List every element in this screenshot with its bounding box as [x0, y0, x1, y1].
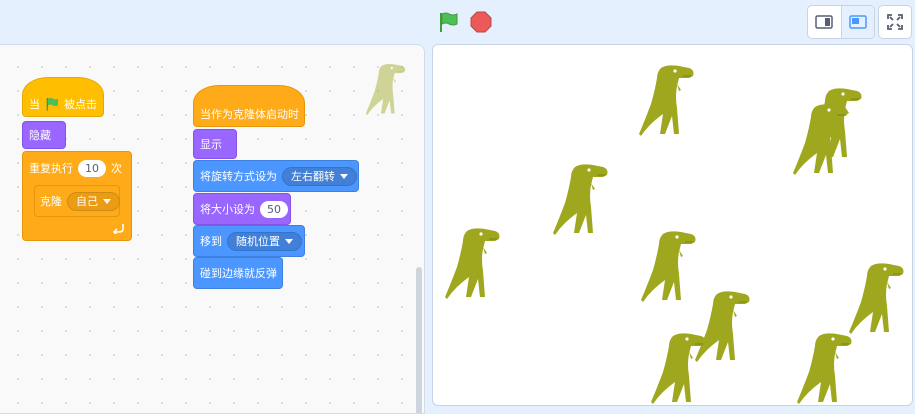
block-text: 重复执行	[29, 162, 73, 175]
block-text: 将旋转方式设为	[200, 169, 277, 183]
block-text: 移到	[200, 234, 222, 248]
go-to-block[interactable]: 移到 随机位置	[193, 225, 305, 257]
block-text: 次	[111, 162, 122, 175]
loop-arrow-icon	[113, 224, 124, 234]
block-text: 隐藏	[29, 128, 51, 142]
dropdown-value: 左右翻转	[291, 169, 335, 183]
block-text: 当	[29, 97, 40, 111]
bounce-on-edge-block[interactable]: 碰到边缘就反弹	[193, 257, 283, 289]
chevron-down-icon	[340, 173, 348, 179]
block-text: 克隆	[40, 194, 62, 208]
stop-icon	[470, 11, 492, 33]
size-input[interactable]: 50	[260, 200, 288, 218]
dino-clone-sprite[interactable]	[797, 332, 853, 404]
dropdown-value: 随机位置	[236, 234, 280, 248]
large-stage-icon	[849, 15, 867, 29]
large-stage-button[interactable]	[840, 6, 874, 38]
code-workspace[interactable]: 当 被点击 隐藏 重复执行 10 次 克隆 自己 当作为克隆体启动时 显示 将旋…	[0, 44, 425, 414]
rotation-style-dropdown[interactable]: 左右翻转	[282, 166, 357, 186]
clone-target-dropdown[interactable]: 自己	[67, 191, 120, 211]
dino-clone-sprite[interactable]	[651, 332, 707, 404]
dino-clone-sprite[interactable]	[849, 262, 905, 334]
vertical-scrollbar[interactable]	[416, 267, 422, 413]
block-text: 将大小设为	[200, 202, 255, 216]
small-stage-button[interactable]	[808, 6, 841, 38]
hide-block[interactable]: 隐藏	[22, 121, 66, 149]
when-start-as-clone-block[interactable]: 当作为克隆体启动时	[193, 85, 305, 127]
stop-button[interactable]	[469, 10, 493, 34]
green-flag-icon	[46, 98, 58, 111]
create-clone-block[interactable]: 克隆 自己	[34, 185, 120, 217]
dino-clone-sprite[interactable]	[445, 227, 501, 299]
go-to-target-dropdown[interactable]: 随机位置	[227, 231, 302, 251]
dino-clone-sprite[interactable]	[793, 103, 849, 175]
dino-clone-sprite[interactable]	[553, 163, 609, 235]
sprite-watermark-icon	[364, 63, 408, 115]
stage-size-toggle	[807, 5, 875, 39]
small-stage-icon	[815, 15, 834, 29]
dropdown-value: 自己	[76, 194, 98, 208]
dino-clone-sprite[interactable]	[639, 64, 695, 136]
block-text: 碰到边缘就反弹	[200, 266, 277, 280]
green-flag-button[interactable]	[436, 10, 460, 34]
stage[interactable]	[432, 44, 913, 406]
chevron-down-icon	[285, 238, 293, 244]
dino-clone-sprite[interactable]	[641, 230, 697, 302]
chevron-down-icon	[103, 198, 111, 204]
block-text: 当作为克隆体启动时	[200, 107, 299, 121]
when-flag-clicked-block[interactable]: 当 被点击	[22, 77, 104, 117]
stage-header	[0, 0, 915, 44]
fullscreen-icon	[887, 14, 903, 30]
set-size-block[interactable]: 将大小设为 50	[193, 193, 291, 225]
block-text: 被点击	[64, 97, 97, 111]
fullscreen-button[interactable]	[878, 5, 912, 39]
set-rotation-style-block[interactable]: 将旋转方式设为 左右翻转	[193, 160, 359, 192]
block-text: 显示	[200, 137, 222, 151]
show-block[interactable]: 显示	[193, 129, 237, 159]
green-flag-icon	[440, 12, 458, 32]
repeat-count-input[interactable]: 10	[78, 160, 106, 177]
